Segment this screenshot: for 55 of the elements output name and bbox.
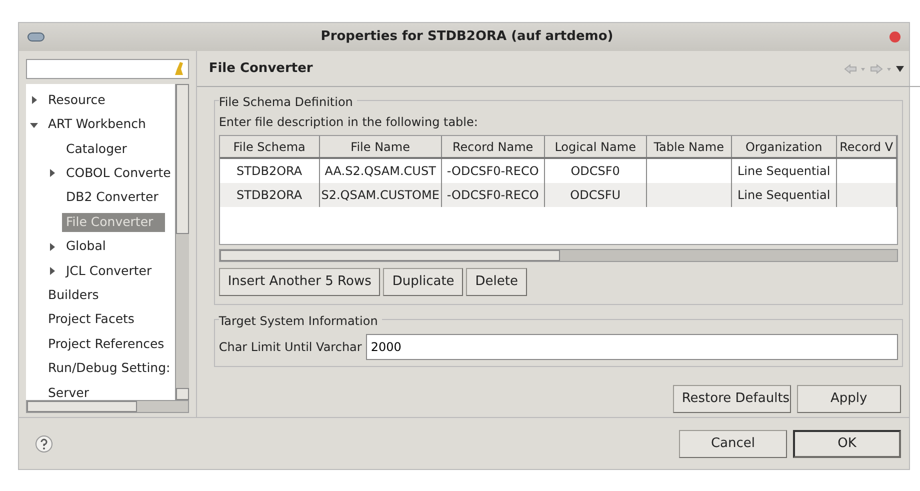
- expanded-arrow-icon[interactable]: [30, 120, 38, 129]
- menu-caret-icon[interactable]: [896, 66, 904, 72]
- column-header[interactable]: Logical Name: [544, 136, 647, 157]
- filter-field[interactable]: [26, 59, 189, 79]
- column-header[interactable]: Table Name: [646, 136, 732, 157]
- table-cell-text: STDB2ORA: [236, 187, 302, 204]
- tree-item[interactable]: DB2 Converter: [62, 188, 162, 208]
- tree-item[interactable]: Cataloger: [62, 140, 131, 158]
- table-scrollbar[interactable]: [218, 249, 898, 262]
- table-cell-text: Line Sequential: [737, 163, 830, 180]
- vertical-scrollbar[interactable]: [174, 84, 189, 400]
- page-title: File Converter: [208, 60, 313, 78]
- column-header[interactable]: Record Name: [442, 136, 545, 157]
- field-label: Char Limit Until Varchar: [218, 339, 362, 356]
- table-cell-text: S2.QSAM.CUSTOME: [321, 187, 440, 204]
- table-cell-text: -ODCSF0-RECO: [446, 187, 539, 204]
- tree-item[interactable]: Run/Debug Setting:: [44, 359, 174, 378]
- dialog-button[interactable]: OK: [793, 430, 901, 458]
- table-action-button[interactable]: Duplicate: [383, 268, 464, 296]
- close-icon[interactable]: [889, 31, 901, 43]
- tree-item[interactable]: JCL Converter: [62, 262, 156, 280]
- table-action-button[interactable]: Insert Another 5 Rows: [218, 268, 380, 296]
- column-header[interactable]: File Name: [320, 136, 442, 157]
- tree-item[interactable]: Project Facets: [44, 310, 138, 330]
- table-cell-text: AA.S2.QSAM.CUST: [324, 163, 436, 180]
- char-limit-field[interactable]: 2000: [366, 334, 898, 360]
- window-title: Properties for STDB2ORA (auf artdemo): [320, 28, 614, 46]
- table-hint: Enter file description in the following table:: [218, 114, 479, 131]
- tree-item[interactable]: Global: [62, 237, 110, 256]
- column-header[interactable]: File Schema: [220, 136, 320, 157]
- table-cell-text: STDB2ORA: [236, 163, 302, 180]
- horizontal-scrollbar[interactable]: [26, 400, 189, 413]
- table-cell-text: ODCSF0: [570, 163, 620, 180]
- collapsed-arrow-icon[interactable]: [48, 169, 56, 178]
- broom-icon[interactable]: [174, 62, 184, 76]
- table-cell-text: -ODCSF0-RECO: [446, 163, 539, 180]
- tree-item[interactable]: Server: [44, 384, 93, 400]
- collapsed-arrow-icon[interactable]: [30, 96, 38, 104]
- page-button[interactable]: Apply: [796, 385, 901, 413]
- table-cell-text: Line Sequential: [737, 187, 830, 204]
- tree-item[interactable]: Project References: [44, 334, 168, 354]
- collapsed-arrow-icon[interactable]: [48, 242, 56, 251]
- page-button[interactable]: Restore Defaults: [672, 385, 791, 413]
- tree-item[interactable]: Builders: [44, 286, 103, 305]
- column-header[interactable]: Organization: [732, 136, 837, 157]
- table-cell-text: ODCSFU: [570, 187, 621, 204]
- tree-item[interactable]: COBOL Converte: [62, 164, 175, 183]
- tree-item[interactable]: Resource: [44, 90, 110, 110]
- help-icon[interactable]: [35, 434, 53, 452]
- column-header[interactable]: Record V: [836, 136, 897, 157]
- dialog-button[interactable]: Cancel: [679, 430, 787, 458]
- table-action-button[interactable]: Delete: [466, 268, 528, 296]
- collapsed-arrow-icon[interactable]: [48, 266, 56, 275]
- window-menu-icon[interactable]: [27, 32, 45, 42]
- tree-item[interactable]: ART Workbench: [44, 115, 150, 134]
